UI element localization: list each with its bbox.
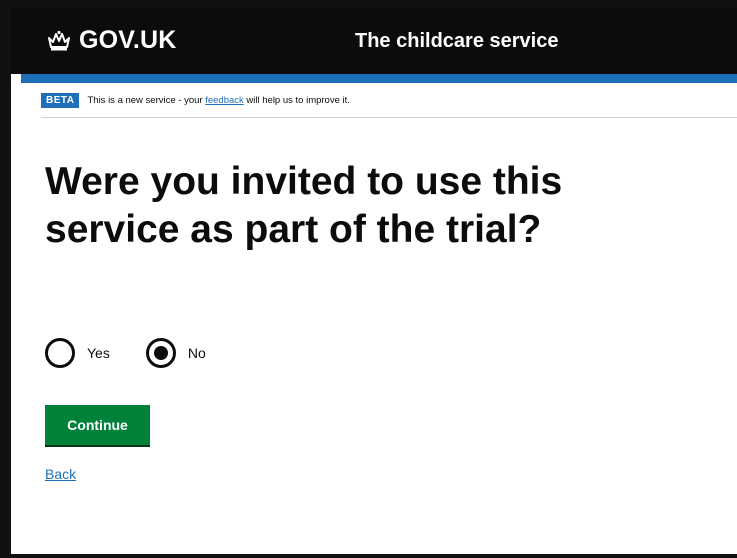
phase-text-before: This is a new service - your — [87, 94, 206, 106]
govuk-logo[interactable]: GOV.UK — [47, 26, 177, 55]
radio-option-yes[interactable]: Yes — [45, 338, 110, 368]
radio-option-no[interactable]: No — [145, 338, 206, 368]
site-header: GOV.UK The childcare service — [11, 8, 737, 74]
phase-banner-text: This is a new service - your feedback wi… — [87, 95, 349, 106]
beta-tag: BETA — [41, 92, 80, 108]
browser-frame: GOV.UK The childcare service BETA This i… — [0, 0, 737, 558]
feedback-link[interactable]: feedback — [205, 95, 244, 106]
phase-text-after: will help us to improve it. — [243, 94, 350, 106]
header-accent-bar — [21, 74, 737, 83]
radio-no-label[interactable]: No — [188, 345, 206, 361]
crown-icon — [48, 30, 70, 50]
service-name[interactable]: The childcare service — [355, 30, 558, 53]
radio-no-circle[interactable] — [145, 338, 176, 368]
radio-selected-dot — [153, 346, 168, 360]
phase-banner: BETA This is a new service - your feedba… — [41, 83, 737, 118]
radio-yes-circle[interactable] — [45, 338, 75, 368]
radio-yes-label[interactable]: Yes — [87, 345, 110, 361]
logo-text: GOV.UK — [79, 26, 177, 54]
page-title: Were you invited to use this service as … — [45, 160, 563, 251]
radio-group: Yes No — [45, 338, 206, 368]
back-link[interactable]: Back — [45, 466, 76, 482]
continue-button[interactable]: Continue — [45, 405, 150, 445]
